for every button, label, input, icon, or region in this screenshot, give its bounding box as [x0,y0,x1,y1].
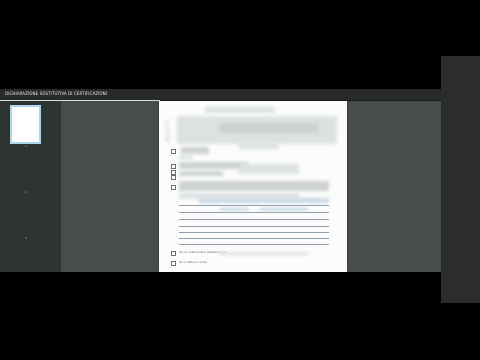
option-checkbox[interactable] [171,185,176,190]
table-rule [179,226,329,227]
table-rule [179,212,329,213]
redacted-text [219,252,309,255]
redacted-text [165,134,170,136]
redacted-text [179,171,223,176]
redacted-text [239,164,299,174]
document-canvas[interactable]: da cui risulta proprio (visibile) al n.r… [61,101,441,272]
redacted-text [179,181,329,191]
redacted-cell [219,208,249,211]
redacted-text [239,143,279,149]
redacted-text [205,107,275,113]
redacted-text [165,139,170,141]
table-rule [179,238,329,239]
thumbnail-number: 1 [25,144,27,148]
table-rule [179,232,329,233]
option-checkbox[interactable] [171,175,176,180]
redacted-text [165,129,169,131]
redacted-text [199,198,329,203]
page-thumbnail-1[interactable] [10,105,41,144]
checkbox-label: da cui fatturo e come [179,261,207,264]
document-title: DICHIARAZIONE SOSTITUTIVA DI CERTIFICAZI… [5,91,108,96]
redacted-paragraph [219,123,319,133]
document-page[interactable]: da cui risulta proprio (visibile) al n.r… [159,101,347,272]
thumbnail-number: 3 [25,236,27,240]
table-rule [179,244,329,245]
table-rule [179,219,329,220]
option-checkbox[interactable] [171,251,176,256]
pdf-viewer: DICHIARAZIONE SOSTITUTIVA DI CERTIFICAZI… [0,89,441,272]
redacted-text [165,120,170,122]
thumbnail-sidebar[interactable]: 1 2 3 [0,101,61,272]
thumbnail-number: 2 [25,190,27,194]
option-checkbox[interactable] [171,149,176,154]
table-rule [179,205,329,206]
redacted-text [181,147,209,154]
side-panel [441,56,480,303]
redacted-text [165,124,169,126]
redacted-cell [259,208,309,211]
redacted-text [179,155,193,159]
option-checkbox[interactable] [171,164,176,169]
option-checkbox[interactable] [171,261,176,266]
